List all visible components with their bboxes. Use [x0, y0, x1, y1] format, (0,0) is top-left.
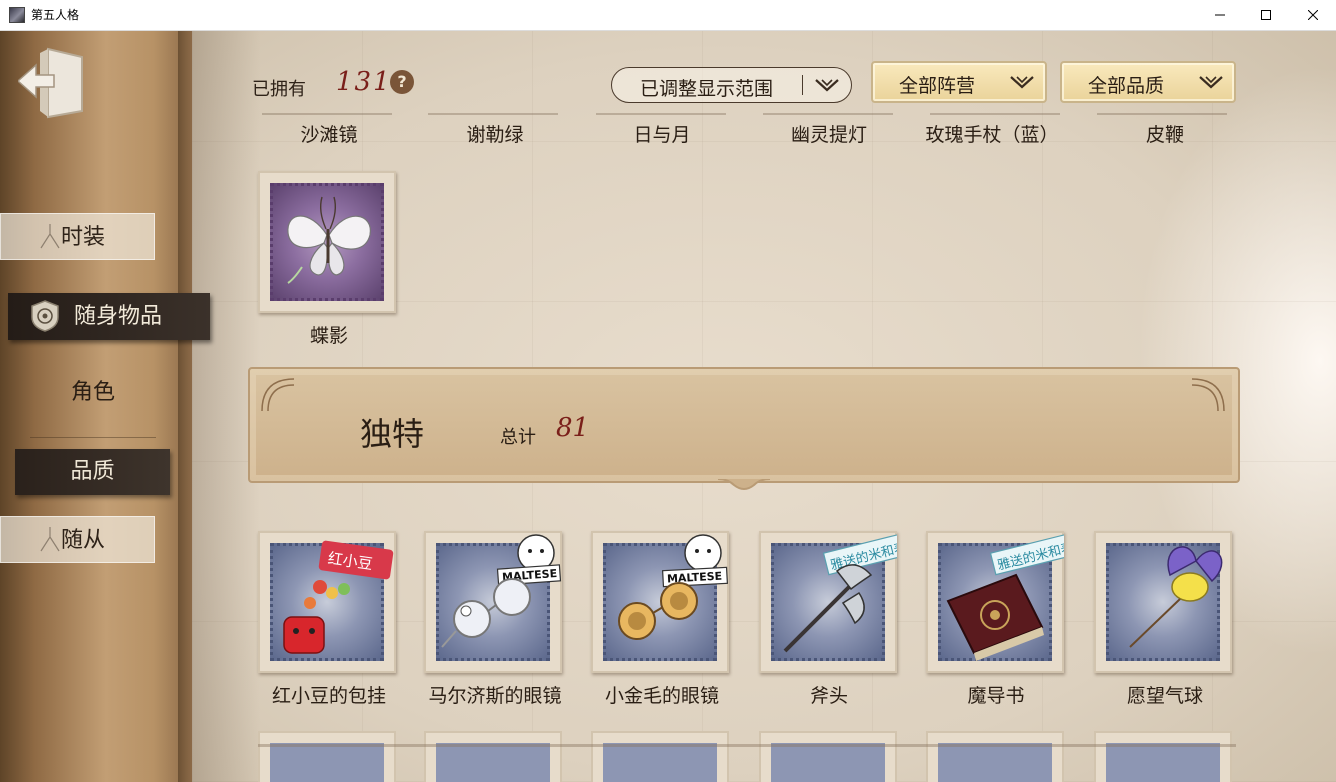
white-butterfly-icon: [287, 196, 371, 284]
display-range-dropdown[interactable]: 已调整显示范围: [611, 67, 852, 103]
item-name[interactable]: 皮鞭: [1080, 120, 1250, 147]
item-card-grimoire[interactable]: 雅送的米和表: [926, 531, 1064, 673]
red-keychain-icon: 红小豆: [283, 540, 394, 654]
banner-notch: [718, 479, 770, 490]
tab-character[interactable]: 角色: [30, 371, 156, 415]
back-button[interactable]: [16, 45, 88, 119]
corner-ornament-icon: [1191, 378, 1225, 412]
section-title: 独特: [360, 415, 425, 453]
item-card-butterfly-shadow[interactable]: [258, 171, 396, 313]
tab-quality[interactable]: 品质: [15, 449, 170, 495]
item-card-axe[interactable]: 雅送的米和表: [759, 531, 897, 673]
sidebar-divider: [30, 437, 156, 438]
owned-count: 131: [336, 67, 392, 97]
item-name[interactable]: 魔导书: [911, 681, 1081, 708]
item-card-partial[interactable]: [759, 731, 897, 782]
item-frame-edge: [262, 113, 392, 115]
silver-glasses-icon: MALTESE: [441, 534, 562, 648]
unique-section-banner: 独特 总计 81: [248, 367, 1240, 490]
tab-follower[interactable]: 随从: [0, 516, 155, 563]
item-frame-edge: [428, 113, 558, 115]
chevron-down-icon: [1010, 76, 1034, 89]
item-frame-edge: [596, 113, 726, 115]
maximize-icon: [1261, 10, 1271, 20]
item-name[interactable]: 斧头: [744, 681, 914, 708]
item-card-maltese-glasses[interactable]: MALTESE: [424, 531, 562, 673]
item-card-wish-balloon[interactable]: [1094, 531, 1232, 673]
game-viewport: 时装 随身物品 角色 品质 随从 已拥有 131 ? 已调整显示范围 全部阵营 …: [0, 31, 1336, 782]
tab-accessory[interactable]: 随身物品: [8, 293, 210, 340]
minimize-button[interactable]: [1197, 0, 1243, 31]
item-card-partial[interactable]: [591, 731, 729, 782]
tab-label: 时装: [61, 225, 106, 250]
item-name[interactable]: 沙滩镜: [244, 120, 414, 147]
item-name[interactable]: 红小豆的包挂: [244, 681, 414, 708]
minimize-icon: [1215, 14, 1225, 16]
item-card-partial[interactable]: [424, 731, 562, 782]
axe-icon: 雅送的米和表: [783, 532, 897, 653]
stamp-inner: [436, 743, 550, 782]
item-name[interactable]: 蝶影: [244, 321, 414, 348]
stamp-inner: [1106, 743, 1220, 782]
item-card-red-bean-keychain[interactable]: 红小豆: [258, 531, 396, 673]
stamp-inner: [771, 743, 885, 782]
owned-label: 已拥有: [252, 79, 306, 100]
item-name[interactable]: 愿望气球: [1080, 681, 1250, 708]
dropdown-label: 已调整显示范围: [640, 78, 774, 100]
item-name[interactable]: 马尔济斯的眼镜: [410, 681, 580, 708]
scroll-fade-line: [258, 744, 1236, 747]
dropdown-label: 全部阵营: [899, 75, 976, 97]
title-bar: 第五人格: [0, 0, 1336, 31]
dropdown-separator: [802, 75, 803, 95]
item-card-golden-glasses[interactable]: MALTESE: [591, 531, 729, 673]
maximize-button[interactable]: [1243, 0, 1289, 31]
stamp-inner: [270, 743, 384, 782]
tab-costume[interactable]: 时装: [0, 213, 155, 260]
gold-glasses-icon: MALTESE: [618, 534, 729, 640]
tab-label: 随身物品: [74, 304, 163, 329]
close-icon: [1308, 10, 1318, 20]
butterfly-balloon-icon: [1129, 546, 1223, 648]
grimoire-icon: 雅送的米和表: [946, 532, 1064, 661]
item-card-partial[interactable]: [926, 731, 1064, 782]
game-window: 第五人格 时装 随身物品 角色 品质 随从 已拥有 131 ? 已调整显示范围 …: [0, 0, 1336, 782]
item-frame-edge: [763, 113, 893, 115]
item-frame-edge: [1097, 113, 1227, 115]
total-count: 81: [556, 413, 590, 443]
chevron-down-icon: [815, 79, 839, 92]
item-name[interactable]: 幽灵提灯: [744, 120, 914, 147]
total-label: 总计: [500, 427, 536, 448]
tab-label: 随从: [61, 528, 106, 553]
window-title: 第五人格: [31, 8, 80, 22]
tab-label: 品质: [70, 459, 115, 484]
item-name[interactable]: 小金毛的眼镜: [577, 681, 747, 708]
quality-filter-dropdown[interactable]: 全部品质: [1060, 61, 1236, 103]
item-name[interactable]: 日与月: [577, 120, 747, 147]
app-icon: [9, 7, 25, 23]
stamp-inner: [603, 743, 717, 782]
chevron-down-icon: [1199, 76, 1223, 89]
stamp-inner: [938, 743, 1052, 782]
item-name[interactable]: 玫瑰手杖（蓝）: [907, 120, 1077, 147]
exit-door-icon: [16, 47, 83, 119]
tab-label: 角色: [70, 380, 115, 405]
item-card-partial[interactable]: [258, 731, 396, 782]
close-button[interactable]: [1290, 0, 1336, 31]
dropdown-label: 全部品质: [1088, 75, 1165, 97]
help-icon[interactable]: ?: [390, 70, 414, 94]
camp-filter-dropdown[interactable]: 全部阵营: [871, 61, 1047, 103]
item-card-partial[interactable]: [1094, 731, 1232, 782]
item-name[interactable]: 谢勒绿: [410, 120, 580, 147]
corner-ornament-icon: [261, 378, 295, 412]
item-frame-edge: [930, 113, 1060, 115]
